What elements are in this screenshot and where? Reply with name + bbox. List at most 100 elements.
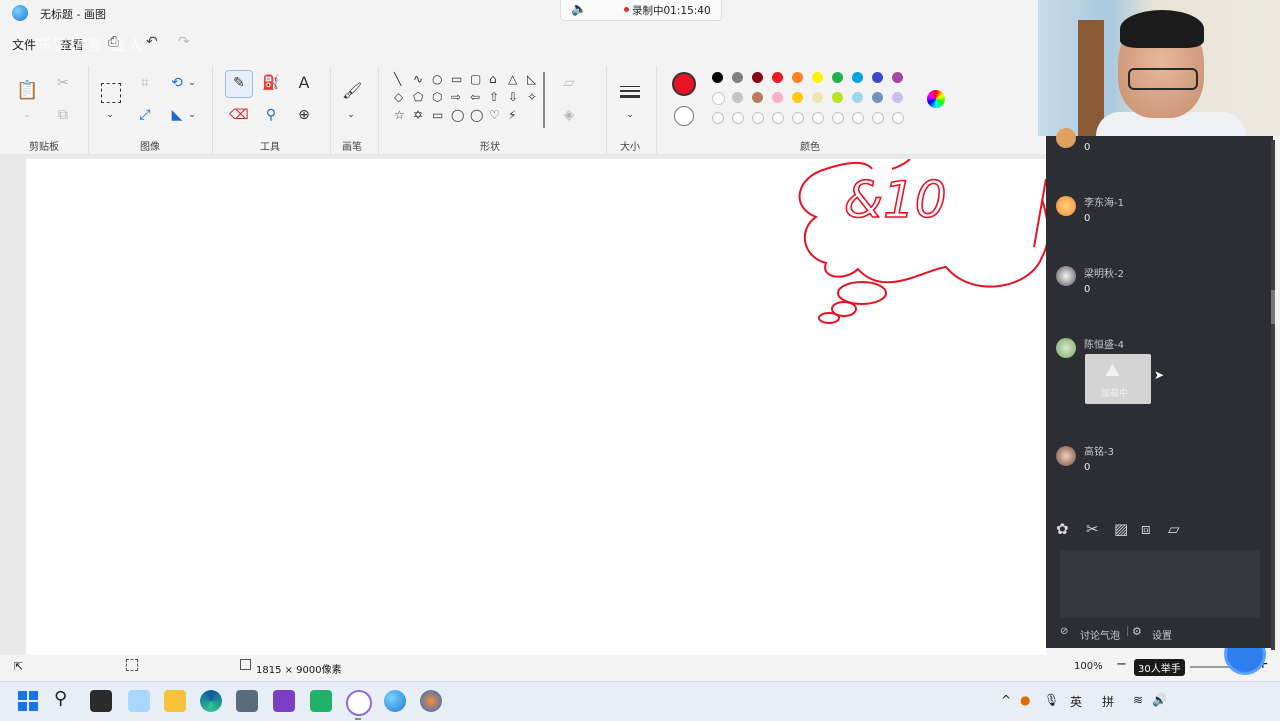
pencil-tool-button[interactable]: ✎	[225, 70, 253, 98]
palette-color-swatch[interactable]	[732, 72, 743, 83]
recording-indicator[interactable]: 🔈 录制中01:15:40	[560, 0, 722, 21]
shape-tool-icon[interactable]: ♡	[489, 108, 500, 122]
palette-color-swatch[interactable]	[712, 72, 723, 83]
text-tool-icon[interactable]: A	[295, 74, 313, 92]
custom-color-slot[interactable]	[872, 112, 884, 124]
shape-tool-icon[interactable]: ⬠	[413, 90, 423, 104]
rotate-icon[interactable]: ⟲	[168, 74, 186, 92]
redo-icon[interactable]: ↷	[178, 34, 190, 50]
select-icon[interactable]	[101, 83, 121, 103]
paint-taskbar-icon[interactable]	[384, 690, 406, 712]
brush-icon[interactable]: 🖌	[342, 82, 362, 100]
raise-hand-badge[interactable]: 30人举手	[1134, 659, 1185, 676]
shape-tool-icon[interactable]: ⇦	[470, 90, 480, 104]
chat-bubble-icon[interactable]: ▱	[1168, 520, 1180, 538]
flip-dropdown-icon[interactable]: ⌄	[187, 106, 197, 124]
shape-tool-icon[interactable]: △	[508, 72, 517, 86]
shape-tool-icon[interactable]: ▢	[470, 72, 481, 86]
shape-tool-icon[interactable]: ⌂	[489, 72, 497, 86]
palette-color-swatch[interactable]	[832, 92, 843, 103]
palette-color-swatch[interactable]	[892, 72, 903, 83]
start-windows-icon[interactable]	[18, 691, 38, 711]
shape-tool-icon[interactable]: ◺	[527, 72, 536, 86]
color-picker-icon[interactable]: ⚲	[262, 106, 280, 124]
palette-color-swatch[interactable]	[852, 72, 863, 83]
input-language[interactable]: 英	[1070, 693, 1082, 710]
shape-tool-icon[interactable]: ✡	[413, 108, 423, 122]
shape-tool-icon[interactable]: ○	[432, 72, 442, 86]
wifi-icon[interactable]: ≋	[1133, 693, 1143, 707]
magnifier-icon[interactable]: ⊕	[295, 106, 313, 124]
palette-color-swatch[interactable]	[772, 72, 783, 83]
discussion-bubble-button[interactable]: 讨论气泡	[1080, 627, 1120, 642]
shape-tool-icon[interactable]: ▭	[451, 72, 462, 86]
custom-color-slot[interactable]	[832, 112, 844, 124]
shape-tool-icon[interactable]: ⇨	[451, 90, 461, 104]
custom-color-slot[interactable]	[732, 112, 744, 124]
gear-icon[interactable]: ⚙	[1132, 625, 1142, 638]
menu-file[interactable]: 文件	[12, 36, 36, 53]
bubble-off-icon[interactable]: ⊘	[1060, 626, 1068, 637]
palette-color-swatch[interactable]	[812, 92, 823, 103]
custom-color-slot[interactable]	[852, 112, 864, 124]
task-view-icon[interactable]	[90, 690, 112, 712]
palette-color-swatch[interactable]	[732, 92, 743, 103]
shape-tool-icon[interactable]: ☆	[394, 108, 405, 122]
undo-icon[interactable]: ↶	[146, 34, 158, 50]
copy-icon[interactable]: ⧉	[54, 106, 72, 124]
chat-image-placeholder[interactable]: ⛰ 加载中	[1085, 354, 1151, 404]
flip-icon[interactable]: ◣	[168, 106, 186, 124]
palette-color-swatch[interactable]	[792, 92, 803, 103]
shape-tool-icon[interactable]: ◯	[451, 108, 464, 122]
zoom-out-icon[interactable]: −	[1116, 657, 1127, 672]
visual-studio-icon[interactable]	[273, 690, 295, 712]
custom-color-slot[interactable]	[892, 112, 904, 124]
show-hidden-icons[interactable]: ^	[1001, 693, 1011, 707]
speaker-muted-icon[interactable]: 🔈	[571, 2, 587, 17]
scissors-icon[interactable]: ✂	[1086, 520, 1099, 538]
palette-color-swatch[interactable]	[892, 92, 903, 103]
palette-color-swatch[interactable]	[752, 92, 763, 103]
size-lines-icon[interactable]	[620, 86, 640, 98]
image-icon[interactable]: ▨	[1114, 520, 1128, 538]
palette-color-swatch[interactable]	[852, 92, 863, 103]
shape-tool-icon[interactable]: ◯	[470, 108, 483, 122]
calculator-icon[interactable]	[236, 690, 258, 712]
edge-icon[interactable]	[200, 690, 222, 712]
pdf-app-icon[interactable]	[310, 690, 332, 712]
shape-tool-icon[interactable]: ✧	[527, 90, 537, 104]
edit-colors-icon[interactable]	[927, 90, 945, 108]
flower-icon[interactable]: ✿	[1056, 520, 1069, 538]
palette-color-swatch[interactable]	[712, 92, 725, 105]
eraser-icon[interactable]: ⌫	[229, 106, 249, 124]
microphone-icon[interactable]: 🎙	[1044, 693, 1059, 707]
classroom-app-icon[interactable]	[420, 690, 442, 712]
custom-color-slot[interactable]	[772, 112, 784, 124]
app-icon[interactable]	[346, 690, 372, 716]
custom-color-slot[interactable]	[792, 112, 804, 124]
palette-color-swatch[interactable]	[872, 92, 883, 103]
shape-tool-icon[interactable]: ⇧	[489, 90, 499, 104]
color1-swatch[interactable]	[672, 72, 696, 96]
shape-tool-icon[interactable]: ⚡	[508, 108, 516, 122]
file-explorer-icon[interactable]	[164, 690, 186, 712]
shape-tool-icon[interactable]: ╲	[394, 72, 401, 86]
palette-color-swatch[interactable]	[812, 72, 823, 83]
shape-tool-icon[interactable]: ◇	[394, 90, 403, 104]
chat-scrollbar[interactable]	[1271, 140, 1275, 650]
search-icon[interactable]: ⚲	[54, 688, 67, 709]
size-dropdown-icon[interactable]: ⌄	[621, 106, 639, 124]
palette-color-swatch[interactable]	[872, 72, 883, 83]
paste-icon[interactable]: 📋	[16, 82, 38, 100]
input-method[interactable]: 拼	[1102, 693, 1114, 710]
volume-icon[interactable]: 🔊	[1152, 693, 1167, 707]
settings-button[interactable]: 设置	[1152, 627, 1172, 642]
palette-color-swatch[interactable]	[832, 72, 843, 83]
shape-tool-icon[interactable]: ▭	[432, 108, 443, 122]
drawing-canvas[interactable]: &10	[26, 159, 1046, 655]
palette-color-swatch[interactable]	[772, 92, 783, 103]
onedrive-icon[interactable]	[128, 690, 150, 712]
rotate-dropdown-icon[interactable]: ⌄	[187, 74, 197, 92]
tray-app-icon[interactable]: ●	[1020, 693, 1030, 707]
shape-tool-icon[interactable]: ∿	[413, 72, 423, 86]
